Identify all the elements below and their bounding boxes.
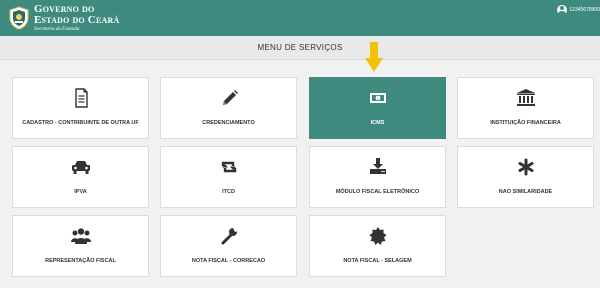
money-icon: 1 <box>369 93 386 103</box>
service-card-instituicao-financeira[interactable]: INSTITUIÇÃO FINANCEIRA <box>457 77 594 139</box>
download-icon <box>369 158 386 174</box>
service-label: ICMS <box>370 120 385 126</box>
service-card-modulo-fiscal[interactable]: MÓDULO FISCAL ELETRÔNICO <box>309 146 446 208</box>
page-title-bar: MENU DE SERVIÇOS <box>0 36 600 60</box>
state-seal-icon <box>9 6 29 30</box>
service-card-nota-fiscal-correcao[interactable]: NOTA FISCAL - CORRECAO <box>160 215 297 277</box>
service-label: MÓDULO FISCAL ELETRÔNICO <box>335 189 420 195</box>
users-icon <box>70 228 91 244</box>
bank-icon <box>516 89 535 106</box>
logo-line-2: Estado do Ceará <box>34 14 120 26</box>
service-card-cadastro[interactable]: CADASTRO - CONTRIBUINTE DE OUTRA UF <box>12 77 149 139</box>
user-id: 12345678900 <box>569 7 600 13</box>
service-label: NOTA FISCAL - SELAGEM <box>343 258 412 264</box>
pencil-icon <box>222 90 238 105</box>
site-logo[interactable]: Governo do Estado do Ceará Secretaria da… <box>34 4 119 33</box>
page-title: MENU DE SERVIÇOS <box>257 43 343 52</box>
service-label: INSTITUIÇÃO FINANCEIRA <box>490 120 561 126</box>
service-label: IPVA <box>74 189 87 195</box>
user-menu[interactable]: 12345678900 <box>557 4 600 16</box>
service-card-credenciamento[interactable]: CREDENCIAMENTO <box>160 77 297 139</box>
service-card-itcd[interactable]: ITCD <box>160 146 297 208</box>
seal-icon <box>369 227 386 245</box>
service-label: NOTA FISCAL - CORRECAO <box>191 258 266 264</box>
asterisk-icon <box>518 158 533 176</box>
service-card-icms[interactable]: 1 ICMS <box>309 77 446 139</box>
service-label: CADASTRO - CONTRIBUINTE DE OUTRA UF <box>22 120 139 126</box>
service-card-nota-fiscal-selagem[interactable]: NOTA FISCAL - SELAGEM <box>309 215 446 277</box>
service-label: CREDENCIAMENTO <box>202 120 255 126</box>
service-card-nao-similaridade[interactable]: NAO SIMILARIDADE <box>457 146 594 208</box>
service-card-representacao-fiscal[interactable]: REPRESENTAÇÃO FISCAL <box>12 215 149 277</box>
service-card-ipva[interactable]: IPVA <box>12 146 149 208</box>
document-icon <box>74 88 88 108</box>
service-label: REPRESENTAÇÃO FISCAL <box>45 258 116 264</box>
logo-line-3: Secretaria da Fazenda <box>34 27 80 32</box>
arrow-down-icon <box>365 42 383 72</box>
user-avatar-icon <box>557 5 568 15</box>
wrench-icon <box>221 228 238 245</box>
service-label: NAO SIMILARIDADE <box>498 189 553 195</box>
retweet-icon <box>221 161 236 173</box>
header-bar: Governo do Estado do Ceará Secretaria da… <box>0 0 600 36</box>
car-icon <box>71 161 90 174</box>
service-label: ITCD <box>222 189 235 195</box>
